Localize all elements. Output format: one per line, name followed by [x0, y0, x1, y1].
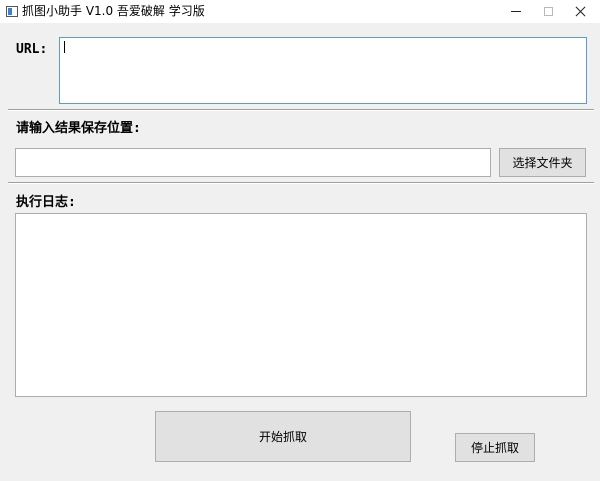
app-icon	[6, 6, 18, 17]
maximize-icon	[543, 7, 553, 16]
url-label: URL:	[16, 42, 48, 57]
separator	[8, 182, 594, 184]
log-textarea[interactable]	[15, 213, 587, 397]
minimize-button[interactable]	[500, 0, 532, 23]
url-input[interactable]	[59, 37, 587, 104]
close-button[interactable]	[564, 0, 596, 23]
separator	[8, 109, 594, 111]
start-capture-button[interactable]: 开始抓取	[155, 411, 411, 462]
text-caret	[64, 41, 65, 53]
window-title: 抓图小助手 V1.0 吾爱破解 学习版	[22, 4, 205, 18]
save-path-input[interactable]	[15, 148, 491, 177]
choose-folder-button[interactable]: 选择文件夹	[499, 148, 586, 177]
title-bar[interactable]: 抓图小助手 V1.0 吾爱破解 学习版	[0, 0, 600, 23]
minimize-icon	[511, 11, 521, 12]
stop-capture-button[interactable]: 停止抓取	[455, 433, 535, 462]
log-label: 执行日志:	[16, 195, 76, 210]
save-location-label: 请输入结果保存位置:	[16, 121, 141, 136]
maximize-button[interactable]	[532, 0, 564, 23]
close-icon	[575, 6, 586, 17]
